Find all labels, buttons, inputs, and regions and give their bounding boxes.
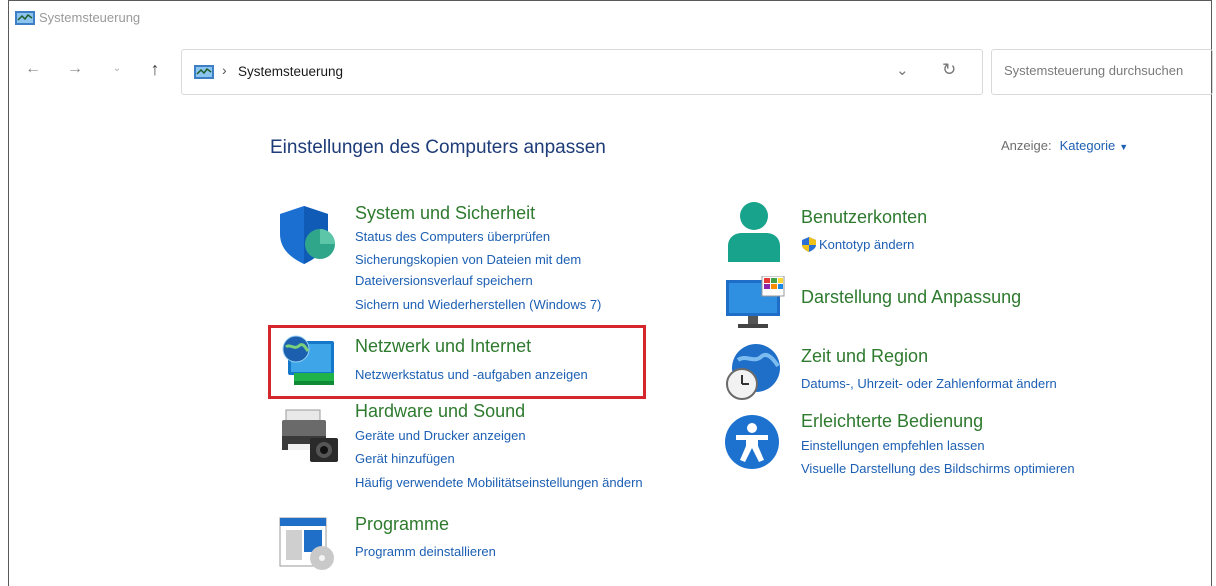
link-add-device[interactable]: Gerät hinzufügen <box>355 451 455 466</box>
navigation-bar: ← → ⌄ ↑ › Systemsteuerung ⌄ ↻ <box>9 45 1213 97</box>
link-recommend-settings[interactable]: Einstellungen empfehlen lassen <box>801 438 985 453</box>
address-bar[interactable]: › Systemsteuerung ⌄ ↻ <box>181 49 983 95</box>
display-icon[interactable] <box>724 275 786 335</box>
category-appearance[interactable]: Darstellung und Anpassung <box>801 287 1021 308</box>
link-backup-files[interactable]: Sicherungskopien von Dateien mit dem <box>355 252 581 267</box>
control-panel-icon <box>194 65 214 84</box>
title-bar: Systemsteuerung <box>9 1 1211 37</box>
breadcrumb-systemsteuerung[interactable]: Systemsteuerung <box>238 64 343 79</box>
category-hardware-sound[interactable]: Hardware und Sound <box>355 401 525 422</box>
category-system-security[interactable]: System und Sicherheit <box>355 203 535 224</box>
link-uninstall-program[interactable]: Programm deinstallieren <box>355 544 496 559</box>
uac-shield-icon <box>801 237 817 257</box>
programs-icon[interactable] <box>278 516 338 577</box>
link-date-time-format[interactable]: Datums-, Uhrzeit- oder Zahlenformat ände… <box>801 376 1057 391</box>
link-backup-restore[interactable]: Sichern und Wiederherstellen (Windows 7) <box>355 297 601 312</box>
back-arrow-icon[interactable]: ← <box>23 59 43 79</box>
search-box[interactable] <box>991 49 1213 95</box>
forward-arrow-icon[interactable]: → <box>65 59 85 79</box>
clock-globe-icon[interactable] <box>724 340 782 407</box>
category-accessibility[interactable]: Erleichterte Bedienung <box>801 411 983 432</box>
category-time-region[interactable]: Zeit und Region <box>801 346 928 367</box>
link-mobility-settings[interactable]: Häufig verwendete Mobilitätseinstellunge… <box>355 475 643 490</box>
user-account-icon[interactable] <box>726 200 782 267</box>
category-programs[interactable]: Programme <box>355 514 449 535</box>
accessibility-icon[interactable] <box>724 414 780 475</box>
page-title: Einstellungen des Computers anpassen <box>270 137 606 158</box>
link-devices-printers[interactable]: Geräte und Drucker anzeigen <box>355 428 526 443</box>
printer-icon[interactable] <box>280 408 342 471</box>
refresh-icon[interactable]: ↻ <box>942 60 956 80</box>
control-panel-icon <box>15 11 35 30</box>
view-value[interactable]: Kategorie <box>1060 138 1116 153</box>
recent-locations-chevron-icon[interactable]: ⌄ <box>107 59 127 79</box>
link-computer-status[interactable]: Status des Computers überprüfen <box>355 229 550 244</box>
category-user-accounts[interactable]: Benutzerkonten <box>801 207 927 228</box>
view-label: Anzeige: <box>1001 138 1052 153</box>
shield-icon[interactable] <box>278 204 338 271</box>
up-arrow-icon[interactable]: ↑ <box>145 59 165 79</box>
link-backup-files-cont[interactable]: Dateiversionsverlauf speichern <box>355 273 533 288</box>
view-dropdown-icon[interactable]: ▼ <box>1119 142 1128 152</box>
breadcrumb-separator-icon: › <box>222 62 227 78</box>
highlight-box <box>268 325 646 399</box>
view-selector[interactable]: Anzeige: Kategorie ▼ <box>1001 138 1128 153</box>
address-dropdown-chevron-icon[interactable]: ⌄ <box>896 61 909 79</box>
window-title: Systemsteuerung <box>39 10 141 25</box>
search-input[interactable] <box>1002 62 1206 79</box>
control-panel-window: Systemsteuerung ← → ⌄ ↑ › Systemsteuerun… <box>8 0 1213 586</box>
link-optimize-display[interactable]: Visuelle Darstellung des Bildschirms opt… <box>801 461 1075 476</box>
link-change-account-type[interactable]: Kontotyp ändern <box>819 237 914 252</box>
